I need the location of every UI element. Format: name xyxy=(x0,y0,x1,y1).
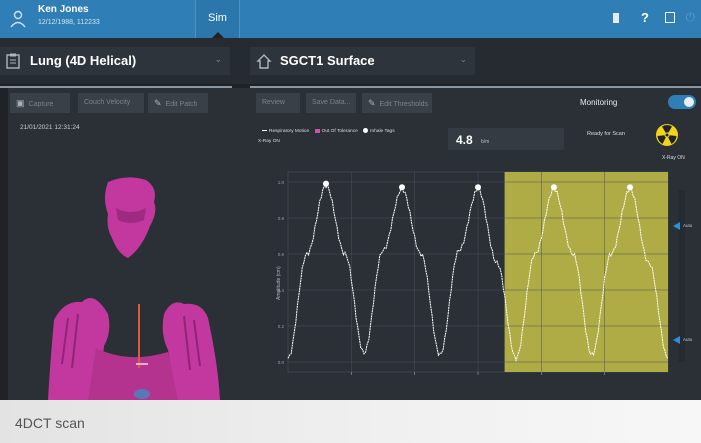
monitoring-toggle[interactable] xyxy=(668,95,696,109)
legend-swatch xyxy=(314,128,320,133)
inhale-tag-point xyxy=(323,180,329,187)
y-tick-label: 1.0 xyxy=(278,180,285,185)
respiratory-chart: 1.00.80.60.40.20.0 xyxy=(278,171,669,375)
xray-status: X-Ray ON xyxy=(662,155,685,161)
camera-icon: ▣ xyxy=(16,98,25,108)
help-icon[interactable]: ? xyxy=(641,10,649,25)
capture-timestamp: 21/01/2021 12:31:24 xyxy=(20,124,80,131)
inhale-tag-point xyxy=(551,184,557,191)
chevron-down-icon: ⌄ xyxy=(214,54,222,64)
caption-text: 4DCT scan xyxy=(15,415,85,431)
3d-surface-model[interactable] xyxy=(8,168,250,400)
patient-info: 12/12/1988, 112233 xyxy=(38,19,100,26)
battery-icon xyxy=(613,13,619,23)
y-tick-label: 0.8 xyxy=(278,216,285,221)
couch-velocity-button[interactable]: Couch Velocity xyxy=(78,93,144,113)
patient-name: Ken Jones xyxy=(38,4,89,15)
protocol-select[interactable]: Lung (4D Helical) ⌄ xyxy=(0,47,230,75)
top-bar: Ken Jones 12/12/1988, 112233 Sim ? ⏻ xyxy=(0,0,701,38)
home-icon xyxy=(256,54,272,69)
arrow-left-icon xyxy=(673,336,680,344)
save-icon[interactable] xyxy=(665,12,675,23)
edit-thresholds-button[interactable]: ✎ Edit Thresholds xyxy=(362,93,432,113)
inhale-tag-point xyxy=(399,184,405,191)
inhale-tag-point xyxy=(475,184,481,191)
lower-threshold-marker[interactable]: Auto xyxy=(673,336,697,344)
monitoring-label: Monitoring xyxy=(580,98,618,107)
capture-button[interactable]: ▣ Capture xyxy=(10,93,70,113)
y-tick-label: 0.0 xyxy=(278,360,285,365)
y-tick-label: 0.6 xyxy=(278,252,285,257)
chart-legend-xray: X-Ray ON xyxy=(258,139,280,144)
power-icon[interactable]: ⏻ xyxy=(686,10,696,25)
xray-on-band xyxy=(504,172,668,372)
inhale-tag-point xyxy=(627,184,633,191)
chart-legend: Respiratory Motion Out Of Tolerance Inha… xyxy=(258,128,395,134)
legend-swatch xyxy=(363,128,369,133)
user-icon[interactable] xyxy=(10,10,26,28)
save-data-button[interactable]: Save Data... xyxy=(306,93,356,113)
caption-bar: 4DCT scan xyxy=(0,400,701,443)
amplitude-readout: 4.8 b/m xyxy=(448,128,564,150)
legend-swatch xyxy=(262,129,267,132)
review-button[interactable]: Review xyxy=(256,93,300,113)
tab-sim[interactable]: Sim xyxy=(195,0,240,38)
edit-patch-button[interactable]: ✎ Edit Patch xyxy=(148,93,208,113)
pencil-icon: ✎ xyxy=(368,98,376,108)
surface-select[interactable]: SGCT1 Surface ⌄ xyxy=(250,47,475,75)
surface-label: SGCT1 Surface xyxy=(280,53,375,68)
arrow-left-icon xyxy=(673,222,680,230)
protocol-label: Lung (4D Helical) xyxy=(30,53,137,68)
chevron-down-icon: ⌄ xyxy=(459,54,467,64)
y-tick-label: 0.2 xyxy=(278,324,285,329)
tab-next[interactable] xyxy=(252,12,254,21)
upper-threshold-marker[interactable]: Auto xyxy=(673,222,697,230)
y-axis-label: Amplitude (cm) xyxy=(276,266,282,300)
surface-view-panel: ▣ Capture Couch Velocity ✎ Edit Patch 21/0… xyxy=(8,88,250,400)
amplitude-unit: b/m xyxy=(481,139,490,145)
mode-bar: Lung (4D Helical) ⌄ SGCT1 Surface ⌄ xyxy=(0,38,701,88)
radiation-icon xyxy=(656,124,678,146)
amplitude-value: 4.8 xyxy=(456,133,473,147)
scan-status: Ready for Scan xyxy=(587,131,625,137)
clipboard-icon xyxy=(6,53,20,69)
pencil-icon: ✎ xyxy=(154,98,162,108)
